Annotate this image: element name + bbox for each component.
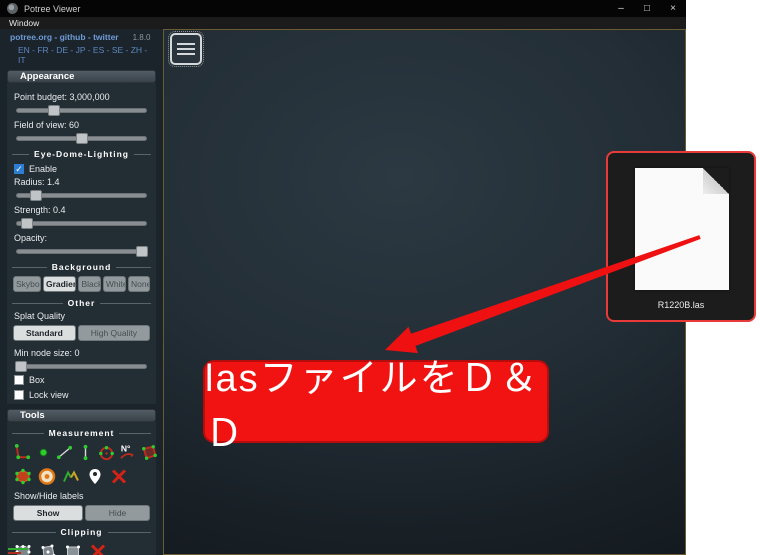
min-node-size-slider[interactable] — [14, 361, 147, 372]
min-node-size-label: Min node size: 0 — [14, 348, 80, 358]
banner-text: lasファイルをＤ＆Ｄ — [205, 357, 540, 455]
area-icon[interactable] — [139, 442, 158, 462]
remove-clips-icon[interactable] — [88, 541, 108, 555]
maximize-button[interactable]: □ — [634, 0, 660, 17]
splat-standard-button[interactable]: Standard — [13, 325, 76, 341]
tools-panel: Measurement N° Show/Hide labels Show Hid… — [7, 422, 158, 555]
edl-opacity-slider[interactable] — [16, 246, 149, 257]
clipping-divider: Clipping — [12, 527, 151, 537]
box-label: Box — [29, 375, 45, 385]
edl-divider: Eye-Dome-Lighting — [12, 149, 152, 159]
edl-strength-label: Strength: 0.4 — [14, 205, 66, 215]
window-title: Potree Viewer — [24, 3, 81, 14]
edl-radius-slider[interactable] — [16, 190, 147, 201]
background-title: Background — [51, 262, 112, 272]
menu-bar: Window — [0, 17, 686, 29]
file-drag-source-panel: R1220B.las — [606, 151, 756, 322]
circle-icon[interactable] — [97, 442, 116, 462]
slider-handle[interactable] — [21, 218, 34, 229]
splat-high-quality-button[interactable]: High Quality — [77, 325, 150, 341]
close-button[interactable]: × — [660, 0, 686, 17]
polygon-clip-icon[interactable] — [38, 541, 58, 555]
edl-strength-slider[interactable] — [16, 218, 147, 229]
point-budget-slider[interactable] — [16, 105, 147, 116]
show-hide-labels-label: Show/Hide labels — [14, 491, 84, 501]
show-labels-button[interactable]: Show — [13, 505, 84, 521]
accordion-appearance[interactable]: Appearance — [7, 70, 156, 83]
background-none-button[interactable]: None — [127, 276, 150, 292]
sidebar: potree.org - github - twitter 1.8.0 EN -… — [0, 29, 163, 555]
clipped-bottom-icon — [8, 548, 28, 554]
background-gradient-button[interactable]: Gradient — [42, 276, 77, 292]
splat-quality-label: Splat Quality — [14, 311, 66, 321]
field-of-view-label: Field of view: 60 — [14, 120, 80, 130]
edl-title: Eye-Dome-Lighting — [34, 149, 129, 159]
edl-enable-checkbox[interactable]: ✓ — [14, 164, 24, 174]
edl-enable-label: Enable — [29, 164, 58, 174]
remove-measurements-icon[interactable] — [109, 466, 129, 486]
edl-radius-label: Radius: 1.4 — [14, 177, 60, 187]
minimize-button[interactable]: – — [608, 0, 634, 17]
background-skybox-button[interactable]: Skybox — [13, 276, 41, 292]
other-title: Other — [67, 298, 96, 308]
sidebar-toggle-button[interactable] — [168, 31, 204, 67]
file-name-label: R1220B.las — [657, 300, 705, 310]
language-links[interactable]: EN - FR - DE - JP - ES - SE - ZH - IT — [18, 45, 155, 65]
page-fold — [703, 168, 729, 194]
desktop-area: { "window": { "title": "Potree Viewer", … — [0, 0, 760, 555]
measurement-title: Measurement — [48, 428, 115, 438]
clipping-title: Clipping — [60, 527, 103, 537]
background-white-button[interactable]: White — [102, 276, 126, 292]
edl-opacity-label: Opacity: — [14, 233, 48, 243]
other-divider: Other — [12, 298, 152, 308]
screen-clip-icon[interactable] — [63, 541, 83, 555]
hide-labels-button[interactable]: Hide — [85, 505, 150, 521]
menu-item-window[interactable]: Window — [9, 18, 39, 28]
background-divider: Background — [12, 262, 151, 272]
measurement-divider: Measurement — [12, 428, 151, 438]
field-of-view-slider[interactable] — [16, 133, 147, 144]
height-icon[interactable] — [76, 442, 95, 462]
appearance-panel: Point budget: 3,000,000 Field of view: 6… — [7, 83, 156, 404]
slider-handle[interactable] — [75, 133, 88, 144]
volume-icon[interactable] — [13, 466, 33, 486]
version-label: 1.8.0 — [132, 33, 151, 42]
azimuth-icon[interactable]: N° — [118, 442, 137, 462]
app-logo-icon — [7, 3, 18, 14]
site-links[interactable]: potree.org - github - twitter — [10, 32, 119, 42]
potree-window: Potree Viewer – □ × Window potree.org - … — [0, 0, 686, 555]
background-black-button[interactable]: Black — [78, 276, 101, 292]
profile-icon[interactable] — [61, 466, 81, 486]
hamburger-icon — [177, 43, 195, 45]
sphere-volume-icon[interactable] — [37, 466, 57, 486]
point-icon[interactable] — [34, 442, 53, 462]
lock-view-checkbox[interactable] — [14, 390, 24, 400]
slider-handle[interactable] — [48, 105, 61, 116]
box-checkbox[interactable] — [14, 375, 24, 385]
slider-handle[interactable] — [30, 190, 43, 201]
title-bar: Potree Viewer – □ × — [0, 0, 686, 17]
annotation-icon[interactable] — [85, 466, 105, 486]
distance-icon[interactable] — [55, 442, 74, 462]
accordion-tools[interactable]: Tools — [7, 409, 156, 422]
slider-handle[interactable] — [136, 246, 149, 257]
lock-view-label: Lock view — [29, 390, 69, 400]
las-file-icon[interactable] — [635, 168, 729, 290]
svg-text:N°: N° — [121, 443, 131, 453]
angle-icon[interactable] — [13, 442, 32, 462]
point-budget-label: Point budget: 3,000,000 — [14, 92, 110, 102]
drag-drop-instruction-banner: lasファイルをＤ＆Ｄ — [203, 358, 549, 455]
slider-handle[interactable] — [14, 361, 27, 372]
